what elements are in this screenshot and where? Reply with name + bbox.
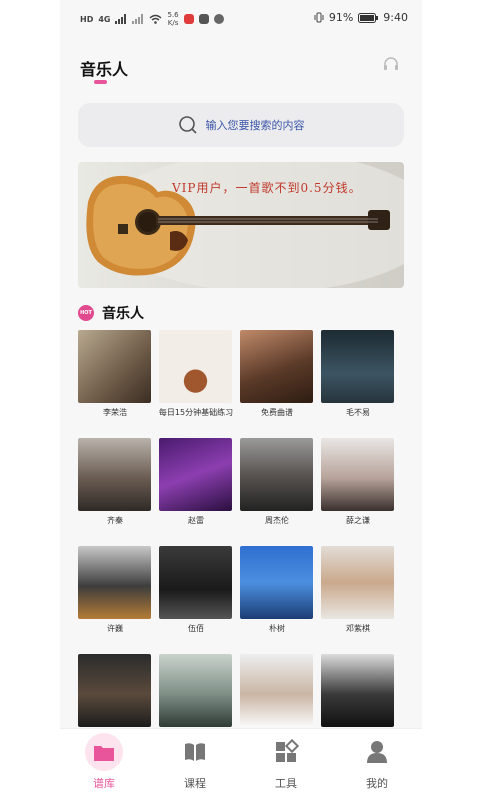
- tab-library[interactable]: 谱库: [74, 733, 134, 791]
- browser-notification-icon: [213, 14, 224, 24]
- musician-photo: [240, 330, 313, 403]
- tab-label: 课程: [184, 777, 206, 790]
- clock: 9:40: [383, 11, 408, 24]
- header: 音乐人: [60, 48, 422, 88]
- musician-card[interactable]: 毛不易: [321, 330, 394, 418]
- network-type: HD: [80, 14, 94, 24]
- net-speed: 5.6 K/s: [167, 11, 178, 27]
- tab-label: 谱库: [93, 777, 115, 790]
- musician-name: 赵雷: [188, 516, 204, 525]
- musician-name: 毛不易: [346, 408, 370, 417]
- musician-card[interactable]: 周杰伦: [240, 438, 313, 526]
- musician-photo: [240, 654, 313, 727]
- tools-icon: [273, 738, 300, 765]
- user-icon: [364, 739, 390, 765]
- tab-label: 我的: [366, 777, 388, 790]
- signal-icon: [115, 14, 127, 24]
- musician-photo: [159, 438, 232, 511]
- musician-card[interactable]: [78, 654, 151, 731]
- musician-card[interactable]: [321, 654, 394, 731]
- musician-card[interactable]: 李荣浩: [78, 330, 151, 418]
- musician-name: 每日15分钟基础练习: [158, 408, 234, 417]
- musician-photo: [321, 438, 394, 511]
- musician-name: 许巍: [107, 624, 123, 633]
- musician-name: 薛之谦: [346, 516, 370, 525]
- title-tab-indicator: [94, 80, 107, 84]
- book-icon: [182, 739, 208, 765]
- musician-name: 邓紫棋: [346, 624, 370, 633]
- search-placeholder: 输入您要搜索的内容: [205, 119, 305, 132]
- page-title: 音乐人: [80, 60, 129, 79]
- musician-photo: [159, 546, 232, 619]
- musician-name: 周杰伦: [265, 516, 289, 525]
- musician-card[interactable]: 每日15分钟基础练习: [159, 330, 233, 418]
- musician-name: 李荣浩: [103, 408, 127, 417]
- musician-photo: [78, 438, 151, 511]
- tab-courses[interactable]: 课程: [165, 739, 225, 791]
- musician-card[interactable]: 免费曲谱: [240, 330, 313, 418]
- musician-photo: [159, 330, 232, 403]
- status-bar: HD 4G 5.6 K/s 91% 9:40: [60, 0, 422, 36]
- library-icon: [85, 733, 123, 771]
- musician-photo: [240, 438, 313, 511]
- musician-photo: [78, 654, 151, 727]
- promo-banner[interactable]: VIP用户，一首歌不到0.5分钱。: [78, 162, 404, 288]
- battery-icon: [358, 12, 379, 23]
- musician-photo: [159, 654, 232, 727]
- battery-percent: 91%: [328, 11, 354, 24]
- musician-name: 齐秦: [107, 516, 123, 525]
- vibrate-icon: [314, 12, 324, 23]
- signal-label: 4G: [98, 14, 111, 24]
- musician-card[interactable]: [240, 654, 313, 731]
- net-speed-unit: K/s: [167, 19, 179, 27]
- musician-card[interactable]: 齐秦: [78, 438, 151, 526]
- tab-tools[interactable]: 工具: [256, 738, 316, 791]
- signal-icon-2: [132, 14, 144, 24]
- musicians-section-header: HOT 音乐人: [78, 302, 144, 324]
- musician-card[interactable]: 朴树: [240, 546, 313, 634]
- banner-text: VIP用户，一首歌不到0.5分钱。: [172, 181, 362, 195]
- search-bar[interactable]: 输入您要搜索的内容: [78, 103, 404, 147]
- tab-profile[interactable]: 我的: [347, 739, 407, 791]
- musician-card[interactable]: 许巍: [78, 546, 151, 634]
- musician-photo: [321, 546, 394, 619]
- photo-notification-icon: [198, 14, 209, 24]
- musician-name: 伍佰: [188, 624, 204, 633]
- hot-badge-icon: HOT: [78, 305, 94, 321]
- musician-card[interactable]: 赵雷: [159, 438, 232, 526]
- headset-icon[interactable]: [382, 56, 400, 74]
- app-screen: HD 4G 5.6 K/s 91% 9:40 音乐人 输入您要搜索的内容 VIP…: [60, 0, 422, 800]
- musician-photo: [78, 546, 151, 619]
- tab-label: 工具: [275, 777, 297, 790]
- musician-card[interactable]: [159, 654, 232, 731]
- musician-card[interactable]: 伍佰: [159, 546, 232, 634]
- app-notification-icon: [183, 14, 194, 24]
- net-speed-value: 5.6: [167, 11, 179, 19]
- musician-photo: [78, 330, 151, 403]
- musician-photo: [240, 546, 313, 619]
- search-icon: [178, 116, 197, 134]
- musician-name: 朴树: [269, 624, 285, 633]
- musician-photo: [321, 654, 394, 727]
- musician-card[interactable]: 薛之谦: [321, 438, 394, 526]
- bottom-tab-bar: 谱库 课程 工具 我的: [60, 728, 422, 800]
- musician-name: 免费曲谱: [261, 408, 293, 417]
- musician-photo: [321, 330, 394, 403]
- musician-card[interactable]: 邓紫棋: [321, 546, 394, 634]
- wifi-icon: [149, 14, 162, 24]
- section-title: 音乐人: [102, 306, 144, 322]
